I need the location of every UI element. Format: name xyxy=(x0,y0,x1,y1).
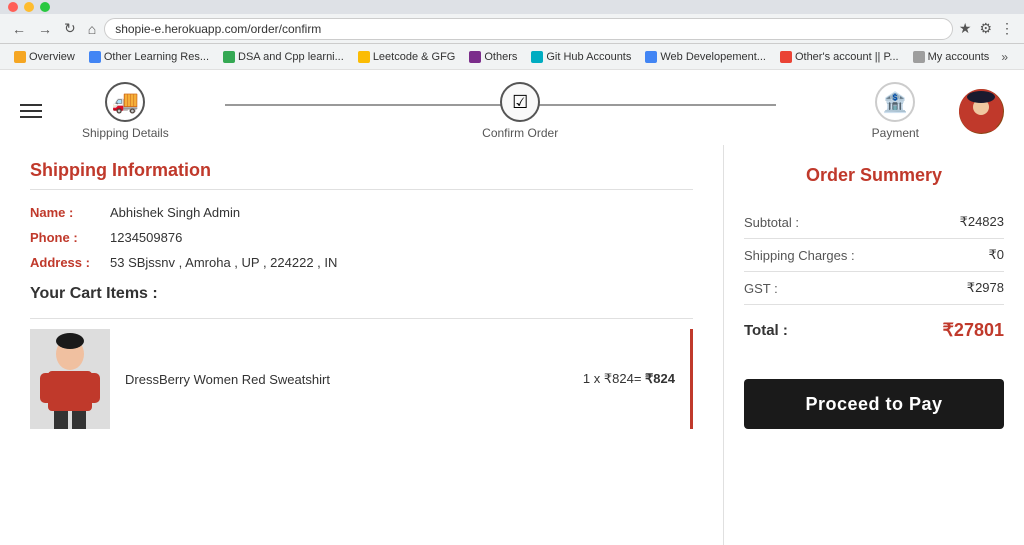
bookmark-github[interactable]: Git Hub Accounts xyxy=(525,49,637,65)
step-shipping: 🚚 Shipping Details xyxy=(82,82,169,140)
back-button[interactable]: ← xyxy=(8,19,30,39)
order-summary-title: Order Summery xyxy=(744,165,1004,186)
minimize-btn[interactable] xyxy=(24,2,34,12)
hamburger-line-1 xyxy=(20,104,42,106)
bookmark-other-learning[interactable]: Other Learning Res... xyxy=(83,49,215,65)
bookmark-overview[interactable]: Overview xyxy=(8,49,81,65)
proceed-to-pay-button[interactable]: Proceed to Pay xyxy=(744,379,1004,429)
left-panel: Shipping Information Name : Abhishek Sin… xyxy=(0,145,724,545)
menu-icon[interactable]: ⋮ xyxy=(998,18,1016,39)
step-confirm-icon: ☑ xyxy=(500,82,540,122)
checkbox-icon: ☑ xyxy=(512,92,528,113)
cart-item-name-1: DressBerry Women Red Sweatshirt xyxy=(125,372,568,387)
bookmark-my-accounts[interactable]: My accounts xyxy=(907,49,996,65)
bookmarks-bar: Overview Other Learning Res... DSA and C… xyxy=(0,44,1024,70)
right-panel: Order Summery Subtotal : ₹24823 Shipping… xyxy=(724,145,1024,545)
bookmark-icon-overview xyxy=(14,51,26,63)
shipping-info-title: Shipping Information xyxy=(30,160,693,181)
page-content: 🚚 Shipping Details ☑ Confirm Order 🏦 Pay… xyxy=(0,70,1024,545)
bookmark-leetcode[interactable]: Leetcode & GFG xyxy=(352,49,462,65)
extensions-icon[interactable]: ⚙ xyxy=(977,18,994,39)
step-payment-label: Payment xyxy=(872,126,919,140)
bookmark-others-account[interactable]: Other's account || P... xyxy=(774,49,905,65)
total-value: ₹27801 xyxy=(942,320,1004,341)
bank-icon: 🏦 xyxy=(883,90,908,115)
gst-row: GST : ₹2978 xyxy=(744,272,1004,305)
cart-item-1: DressBerry Women Red Sweatshirt 1 x ₹824… xyxy=(30,318,693,429)
phone-value: 1234509876 xyxy=(110,230,182,245)
browser-toolbar: ← → ↻ ⌂ ★ ⚙ ⋮ xyxy=(0,14,1024,44)
shipping-divider xyxy=(30,189,693,190)
bookmark-dsa[interactable]: DSA and Cpp learni... xyxy=(217,49,350,65)
phone-label: Phone : xyxy=(30,230,110,245)
hamburger-line-3 xyxy=(20,116,42,118)
step-payment: 🏦 Payment xyxy=(872,82,919,140)
shipping-charges-row: Shipping Charges : ₹0 xyxy=(744,239,1004,272)
step-payment-icon: 🏦 xyxy=(875,82,915,122)
bookmark-icon-webdev xyxy=(645,51,657,63)
subtotal-row: Subtotal : ₹24823 xyxy=(744,206,1004,239)
total-label: Total : xyxy=(744,322,788,339)
gst-label: GST : xyxy=(744,281,778,296)
home-button[interactable]: ⌂ xyxy=(84,19,100,39)
user-avatar[interactable] xyxy=(959,89,1004,134)
address-value: 53 SBjssnv , Amroha , UP , 224222 , IN xyxy=(110,255,337,270)
address-row: Address : 53 SBjssnv , Amroha , UP , 224… xyxy=(30,255,693,270)
step-shipping-icon: 🚚 xyxy=(105,82,145,122)
refresh-button[interactable]: ↻ xyxy=(60,18,80,39)
shipping-charges-value: ₹0 xyxy=(988,247,1004,263)
cart-item-red-line xyxy=(690,329,693,429)
bookmark-icon-leetcode xyxy=(358,51,370,63)
cart-item-price-1: 1 x ₹824= ₹824 xyxy=(583,371,675,387)
maximize-btn[interactable] xyxy=(40,2,50,12)
cart-item-quantity-display: 1 x ₹824= xyxy=(583,371,645,386)
browser-chrome xyxy=(0,0,1024,14)
bookmark-icon-other-learning xyxy=(89,51,101,63)
cart-title: Your Cart Items : xyxy=(30,285,693,303)
name-label: Name : xyxy=(30,205,110,220)
truck-icon: 🚚 xyxy=(112,89,139,115)
bookmark-icon-others xyxy=(469,51,481,63)
bookmark-star-icon[interactable]: ★ xyxy=(957,18,974,39)
hamburger-line-2 xyxy=(20,110,42,112)
gst-value: ₹2978 xyxy=(967,280,1004,296)
toolbar-actions: ★ ⚙ ⋮ xyxy=(957,18,1016,39)
address-label: Address : xyxy=(30,255,110,270)
steps-container: 🚚 Shipping Details ☑ Confirm Order 🏦 Pay… xyxy=(42,82,959,140)
subtotal-label: Subtotal : xyxy=(744,215,799,230)
cart-item-total: ₹824 xyxy=(645,371,675,386)
bookmark-icon-others-account xyxy=(780,51,792,63)
more-bookmarks[interactable]: » xyxy=(997,48,1012,66)
phone-row: Phone : 1234509876 xyxy=(30,230,693,245)
step-confirm-label: Confirm Order xyxy=(482,126,558,140)
subtotal-value: ₹24823 xyxy=(960,214,1004,230)
bookmark-webdev[interactable]: Web Developement... xyxy=(639,49,772,65)
hamburger-menu[interactable] xyxy=(20,104,42,118)
step-confirm: ☑ Confirm Order xyxy=(482,82,558,140)
avatar-svg xyxy=(959,89,1004,134)
step-shipping-label: Shipping Details xyxy=(82,126,169,140)
bookmark-icon-my-accounts xyxy=(913,51,925,63)
forward-button[interactable]: → xyxy=(34,19,56,39)
close-btn[interactable] xyxy=(8,2,18,12)
shipping-charges-label: Shipping Charges : xyxy=(744,248,855,263)
total-row: Total : ₹27801 xyxy=(744,305,1004,349)
address-bar[interactable] xyxy=(104,18,953,40)
name-value: Abhishek Singh Admin xyxy=(110,205,240,220)
product-image-svg xyxy=(30,329,110,429)
cart-item-image-1 xyxy=(30,329,110,429)
main-content-area: Shipping Information Name : Abhishek Sin… xyxy=(0,145,1024,545)
bookmark-icon-dsa xyxy=(223,51,235,63)
bookmark-icon-github xyxy=(531,51,543,63)
name-row: Name : Abhishek Singh Admin xyxy=(30,205,693,220)
bookmark-others[interactable]: Others xyxy=(463,49,523,65)
